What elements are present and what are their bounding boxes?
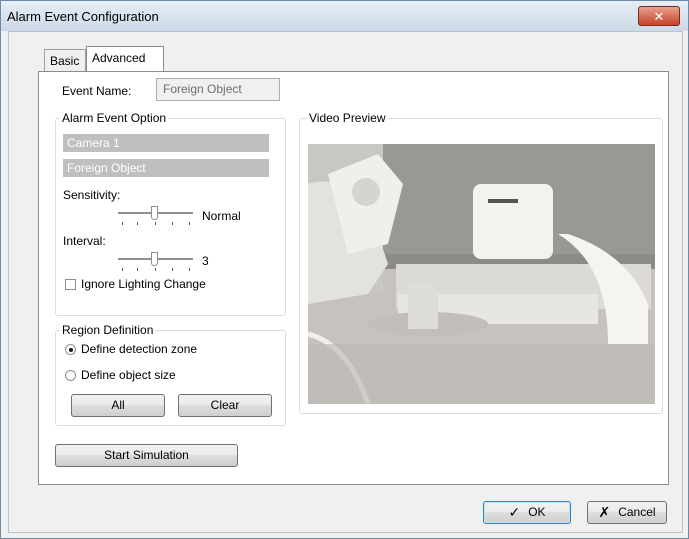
- ignore-lighting-label[interactable]: Ignore Lighting Change: [81, 277, 206, 291]
- video-preview-legend: Video Preview: [307, 111, 388, 125]
- tab-advanced[interactable]: Advanced: [86, 46, 164, 72]
- checkmark-icon: ✓: [508, 504, 521, 521]
- sensitivity-tick: [155, 222, 156, 225]
- close-button[interactable]: ✕: [638, 6, 680, 26]
- define-detection-zone-label[interactable]: Define detection zone: [81, 342, 197, 356]
- interval-value: 3: [202, 254, 209, 268]
- close-icon: ✕: [653, 9, 665, 24]
- define-object-size-label[interactable]: Define object size: [81, 368, 176, 382]
- interval-tick: [155, 268, 156, 271]
- x-icon: ✗: [598, 504, 611, 521]
- define-detection-zone-radio[interactable]: [65, 344, 76, 355]
- event-name-field[interactable]: Foreign Object: [156, 78, 280, 101]
- ok-button[interactable]: ✓ OK: [483, 501, 571, 524]
- event-name-label: Event Name:: [62, 84, 132, 98]
- interval-slider-thumb[interactable]: [151, 252, 158, 266]
- window-title: Alarm Event Configuration: [7, 9, 159, 24]
- sensitivity-tick: [172, 222, 173, 225]
- alarm-event-dialog: Alarm Event Configuration ✕ Basic Advanc…: [0, 0, 689, 539]
- interval-tick: [122, 268, 123, 271]
- interval-label: Interval:: [63, 234, 106, 248]
- sensitivity-tick: [137, 222, 138, 225]
- title-bar[interactable]: Alarm Event Configuration ✕: [1, 1, 688, 31]
- ok-button-label: OK: [528, 505, 546, 519]
- region-definition-legend: Region Definition: [60, 323, 156, 337]
- tab-basic[interactable]: Basic: [44, 49, 86, 71]
- cancel-button-label: Cancel: [618, 505, 656, 519]
- define-object-size-radio[interactable]: [65, 370, 76, 381]
- camera-feed-graphic: [308, 144, 655, 404]
- alarm-event-option-legend: Alarm Event Option: [60, 111, 169, 125]
- sensitivity-tick: [122, 222, 123, 225]
- sensitivity-slider-thumb[interactable]: [151, 206, 158, 220]
- video-preview-image: [308, 144, 655, 404]
- sensitivity-value: Normal: [202, 209, 241, 223]
- ignore-lighting-checkbox[interactable]: [65, 279, 76, 290]
- sensitivity-label: Sensitivity:: [63, 188, 121, 202]
- sensitivity-tick: [189, 222, 190, 225]
- clear-button[interactable]: Clear: [178, 394, 272, 417]
- event-type-select[interactable]: Foreign Object: [63, 159, 269, 177]
- camera-select[interactable]: Camera 1: [63, 134, 269, 152]
- all-button[interactable]: All: [71, 394, 165, 417]
- interval-tick: [137, 268, 138, 271]
- cancel-button[interactable]: ✗ Cancel: [587, 501, 667, 524]
- interval-tick: [189, 268, 190, 271]
- interval-tick: [172, 268, 173, 271]
- start-simulation-button[interactable]: Start Simulation: [55, 444, 238, 467]
